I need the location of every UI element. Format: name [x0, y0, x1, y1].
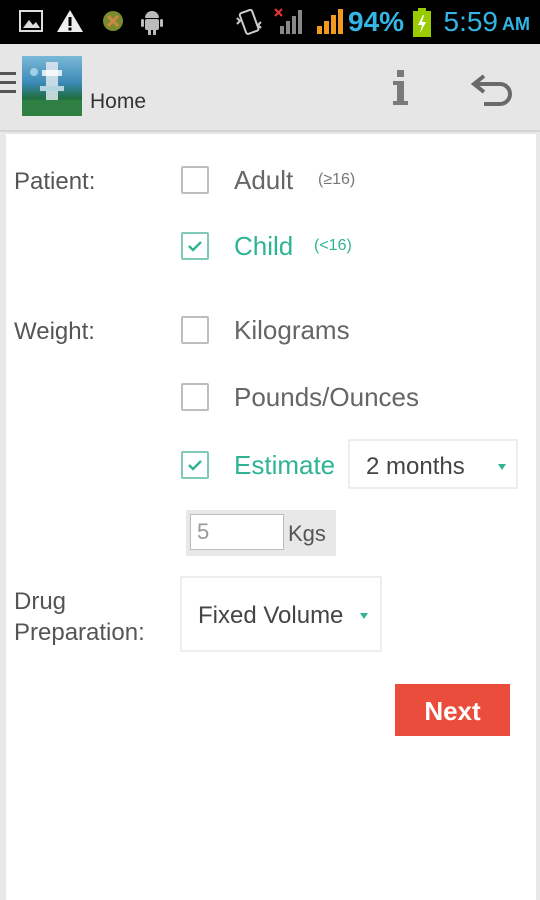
estimated-weight-box: Kgs	[186, 510, 336, 556]
adult-hint: (≥16)	[318, 171, 356, 188]
action-bar: Home	[0, 44, 540, 132]
adult-option-label[interactable]: Adult	[234, 165, 293, 196]
estimate-checkbox[interactable]	[181, 451, 209, 479]
chevron-down-icon	[498, 464, 506, 470]
vibrate-icon	[236, 8, 262, 35]
age-estimate-select[interactable]: 2 months	[348, 439, 518, 489]
battery-charging-icon	[413, 8, 431, 37]
back-icon[interactable]	[470, 68, 518, 108]
battery-percent: 94%	[348, 6, 405, 37]
child-checkbox[interactable]	[181, 232, 209, 260]
check-icon	[188, 241, 202, 252]
drug-preparation-value: Fixed Volume	[198, 602, 344, 629]
child-hint: (<16)	[314, 237, 352, 254]
kilograms-option-label[interactable]: Kilograms	[234, 315, 350, 346]
menu-icon[interactable]	[0, 72, 16, 98]
no-signal-icon	[274, 8, 302, 34]
warning-icon	[57, 10, 83, 32]
adult-checkbox[interactable]	[181, 166, 209, 194]
pounds-ounces-checkbox[interactable]	[181, 383, 209, 411]
patient-label: Patient:	[14, 168, 96, 195]
gallery-icon	[19, 10, 43, 32]
next-button[interactable]: Next	[395, 684, 510, 736]
clock-ampm: AM	[502, 14, 530, 34]
chevron-down-icon	[360, 613, 368, 619]
page-title: Home	[90, 90, 147, 113]
status-bar: 94% 5:59 AM	[0, 0, 540, 44]
weight-label: Weight:	[14, 318, 95, 345]
age-estimate-value: 2 months	[366, 453, 465, 480]
signal-icon	[317, 9, 343, 34]
weight-unit-label: Kgs	[288, 521, 326, 546]
estimate-option-label[interactable]: Estimate	[234, 450, 335, 481]
pounds-ounces-option-label[interactable]: Pounds/Ounces	[234, 382, 419, 413]
info-icon[interactable]	[382, 66, 418, 110]
estimated-weight-input[interactable]	[190, 514, 284, 550]
child-option-label[interactable]: Child	[234, 231, 293, 262]
preparation-label: Preparation:	[14, 619, 145, 646]
android-icon	[141, 11, 163, 35]
clock-time: 5:59	[443, 6, 499, 37]
drug-label: Drug	[14, 588, 67, 615]
calculator-form: Patient: Adult (≥16) Child (<16) Weight:…	[6, 134, 536, 900]
kilograms-checkbox[interactable]	[181, 316, 209, 344]
drug-preparation-select[interactable]: Fixed Volume	[180, 576, 382, 652]
check-icon	[188, 460, 202, 471]
app-logo[interactable]	[22, 56, 82, 116]
android-debug-icon	[103, 11, 123, 31]
